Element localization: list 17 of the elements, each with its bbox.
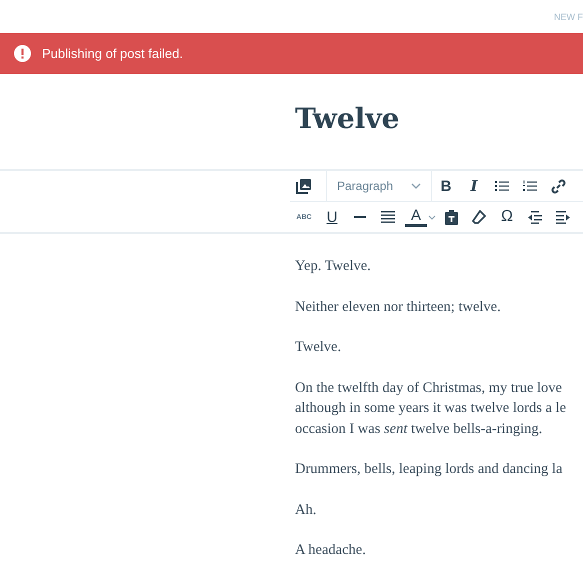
paragraph: Drummers, bells, leaping lords and dancing la	[295, 460, 564, 479]
paragraph: Neither eleven nor thirteen; twelve.	[295, 298, 502, 316]
alert-icon	[14, 45, 31, 62]
chevron-icon	[411, 183, 421, 189]
format-dropdown[interactable]: Paragraph	[326, 171, 432, 201]
post-title[interactable]: Twelve	[295, 102, 583, 169]
paragraph: On the twelfth day of Christmas, my true love although in some years it was twelve lords a le occasion I was sent twelve bells-a-ringing.	[295, 378, 568, 438]
paragraph: Ah.	[295, 500, 318, 520]
paragraph: Twelve.	[295, 338, 342, 357]
italic-button[interactable]: I	[460, 173, 488, 199]
paragraph: A headache.	[295, 541, 367, 560]
text-color-button[interactable]: A	[405, 207, 427, 227]
underline-button[interactable]: U	[318, 204, 346, 230]
paragraph: Yep. Twelve.	[295, 257, 372, 276]
bold-button[interactable]: B	[432, 173, 460, 199]
special-character-button[interactable]: Ω	[493, 204, 521, 230]
notice-message: Publishing of post failed.	[42, 46, 183, 61]
